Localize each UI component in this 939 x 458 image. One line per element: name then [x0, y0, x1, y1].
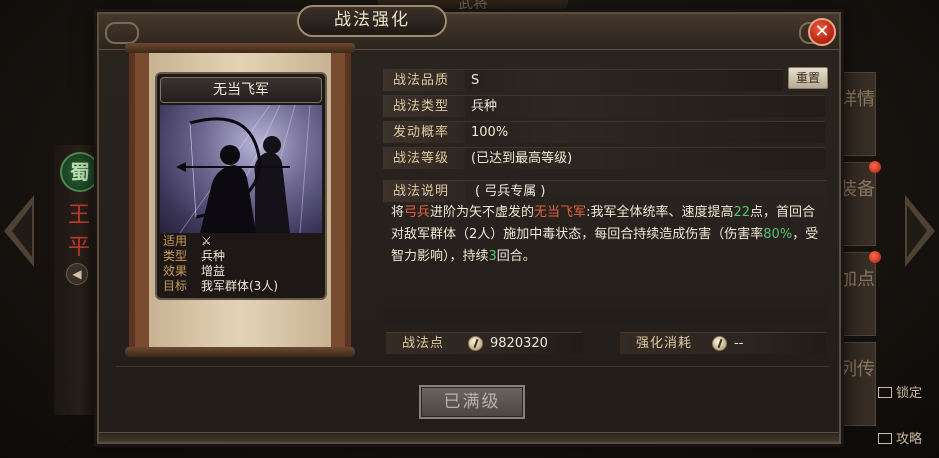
- quality-field: 战法品质 S: [383, 69, 783, 91]
- card-info-key: 类型: [163, 249, 188, 263]
- dialog-title: 战法强化: [297, 5, 447, 37]
- tactic-card-art: [160, 105, 322, 233]
- description-label: 战法说明: [383, 181, 465, 202]
- description-highlight: 22: [733, 205, 750, 220]
- tactic-points-value: 9820320: [490, 336, 548, 351]
- level-label: 战法等级: [383, 148, 465, 169]
- notification-dot-icon: [869, 161, 881, 173]
- hero-name: 王平: [67, 203, 90, 260]
- card-info-key: 目标: [163, 279, 188, 293]
- type-field: 战法类型 兵种: [383, 95, 825, 117]
- description-highlight: 弓兵: [404, 205, 431, 220]
- max-level-button[interactable]: 已满级: [419, 385, 525, 419]
- enhance-cost-bar: 强化消耗 --: [620, 332, 826, 354]
- scroll-rod-top: [125, 43, 355, 53]
- description-body: 将弓兵进阶为矢不虚发的无当飞军:我军全体统率、速度提高22点，首回合对敌军群体（…: [391, 202, 821, 268]
- description-highlight: 80%: [763, 227, 793, 242]
- card-info-value: 增益: [201, 264, 226, 278]
- rate-value: 100%: [471, 125, 509, 140]
- guide-action-label: 攻略: [896, 432, 923, 447]
- card-info-row: 目标 我军群体(3人): [163, 279, 319, 294]
- hero-detail-tabs: 详情 装备 加点 列传: [838, 72, 881, 432]
- card-info-row: 类型 兵种: [163, 249, 319, 264]
- description-text: 回合。: [496, 249, 536, 264]
- hero-camp-badge: 蜀: [60, 152, 100, 192]
- notification-dot-icon: [869, 251, 881, 263]
- tab-equipment[interactable]: 装备: [838, 161, 881, 246]
- lock-action-label: 锁定: [896, 386, 923, 401]
- tactic-point-coin-icon: [468, 336, 483, 351]
- enhance-cost-value: --: [734, 336, 744, 351]
- tab-biography[interactable]: 列传: [838, 342, 876, 426]
- description-highlight: 无当飞军: [534, 205, 587, 220]
- tactic-point-coin-icon: [712, 336, 727, 351]
- card-info-value: 我军群体(3人): [201, 279, 278, 293]
- tactic-card-info: 适用 ⚔ 类型 兵种 效果 增益 目标 我军群体(3人): [163, 234, 319, 294]
- level-value: (已达到最高等级): [471, 151, 573, 166]
- description-text: 将: [391, 205, 405, 220]
- tab-details[interactable]: 详情: [838, 72, 876, 156]
- description-tag: ( 弓兵专属 ): [475, 184, 546, 199]
- type-value: 兵种: [471, 99, 498, 114]
- previous-hero-arrow-icon[interactable]: [4, 195, 34, 267]
- quality-label: 战法品质: [383, 70, 465, 91]
- guide-action[interactable]: 攻略: [878, 428, 922, 447]
- tactic-points-bar: 战法点 9820320: [386, 332, 582, 354]
- card-info-value: 兵种: [201, 249, 226, 263]
- description-text: :我军全体统率、速度提高: [586, 205, 734, 220]
- description-highlight: 3: [488, 249, 497, 264]
- lock-action[interactable]: 锁定: [878, 382, 922, 401]
- next-hero-arrow-icon[interactable]: [905, 195, 935, 267]
- lock-icon: [878, 387, 892, 398]
- card-info-key: 效果: [163, 264, 188, 278]
- enhance-cost-label: 强化消耗: [636, 336, 693, 351]
- scroll-rod-bottom: [125, 347, 355, 357]
- close-button[interactable]: ✕: [808, 18, 836, 46]
- guide-icon: [878, 433, 892, 444]
- rate-label: 发动概率: [383, 122, 465, 143]
- tactic-points-label: 战法点: [402, 336, 445, 351]
- card-info-row: 效果 增益: [163, 264, 319, 279]
- rate-field: 发动概率 100%: [383, 121, 825, 143]
- tactic-card: 无当飞军 适用 ⚔ 类型 兵种 效果 增益 目标 我军群体(3人): [155, 72, 327, 300]
- card-info-key: 适用: [163, 234, 188, 248]
- type-label: 战法类型: [383, 96, 465, 117]
- divider: [116, 366, 830, 367]
- archer-illustration: [176, 105, 311, 233]
- level-field: 战法等级 (已达到最高等级): [383, 147, 825, 169]
- description-panel: 战法说明 ( 弓兵专属 ) 将弓兵进阶为矢不虚发的无当飞军:我军全体统率、速度提…: [383, 180, 827, 322]
- reset-button[interactable]: 重置: [788, 67, 828, 89]
- description-text: 进阶为矢不虚发的: [430, 205, 535, 220]
- troop-type-icon: ⚔: [201, 234, 212, 248]
- tactic-card-name: 无当飞军: [160, 77, 322, 103]
- card-info-row: 适用 ⚔: [163, 234, 319, 249]
- voice-play-icon[interactable]: ◀: [66, 263, 88, 285]
- dialog-footer-bar: [99, 432, 839, 442]
- quality-value: S: [471, 73, 480, 88]
- tab-equipment-label: 装备: [839, 179, 875, 200]
- tab-add-points-label: 加点: [839, 269, 875, 290]
- tab-add-points[interactable]: 加点: [838, 251, 881, 336]
